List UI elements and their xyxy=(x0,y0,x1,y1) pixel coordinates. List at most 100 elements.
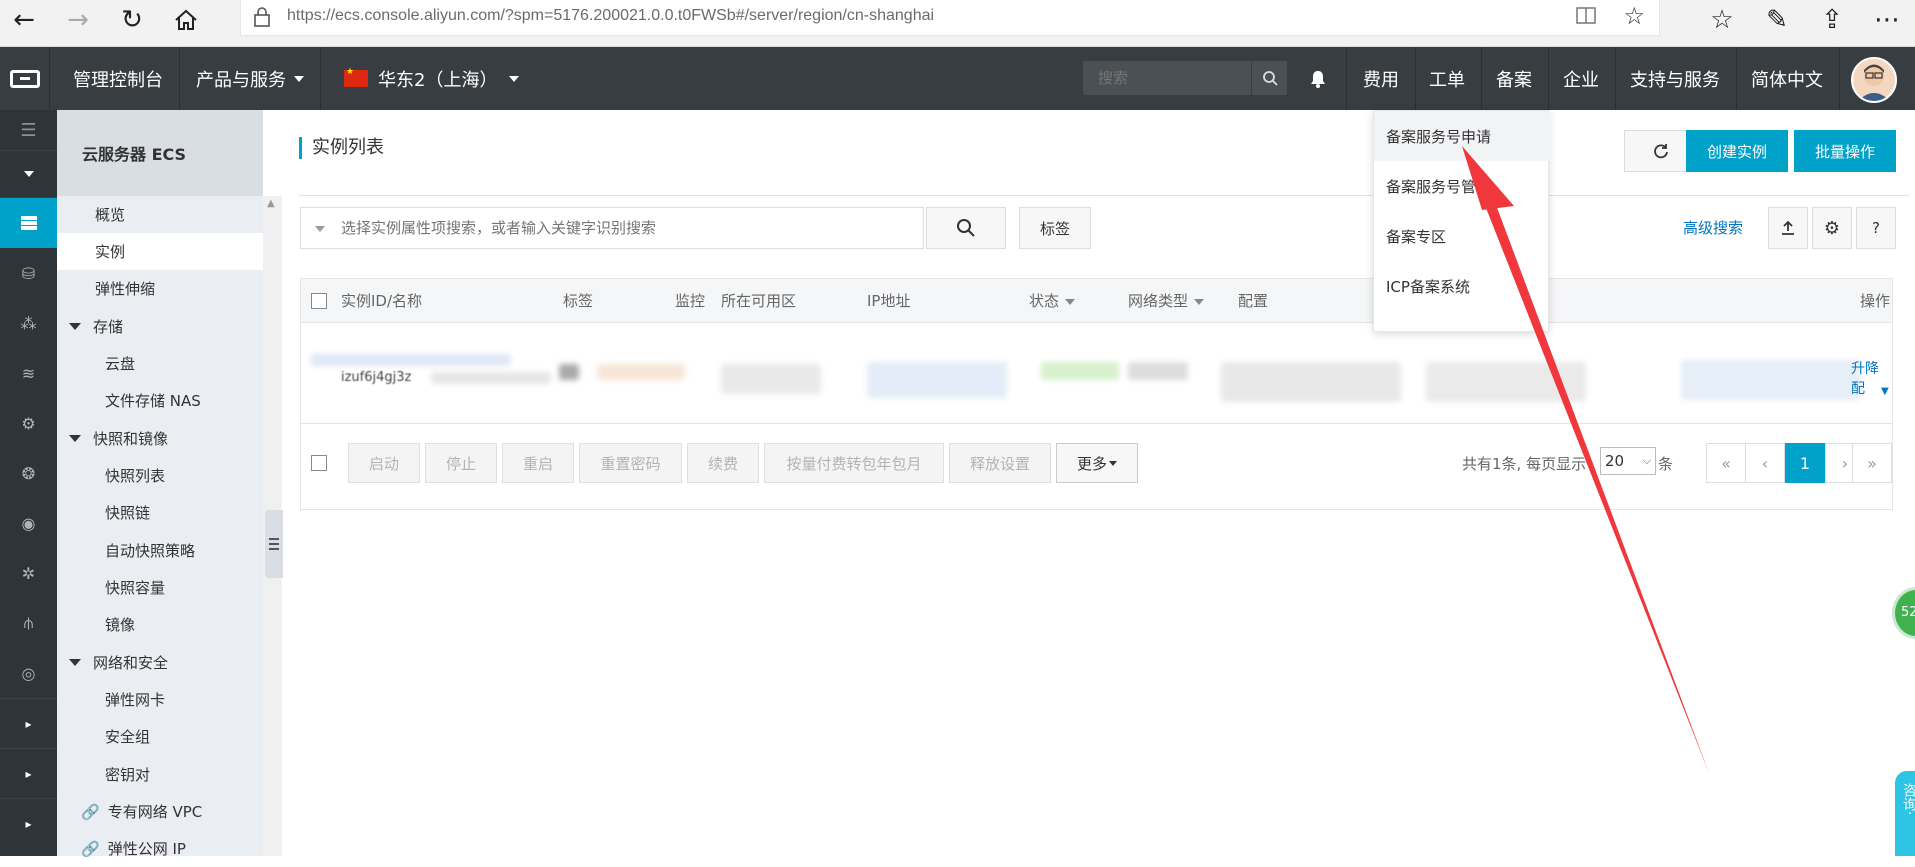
products-menu[interactable]: 产品与服务 xyxy=(180,47,321,110)
avatar[interactable] xyxy=(1851,57,1897,103)
instance-filter[interactable] xyxy=(300,207,924,249)
stop-button[interactable]: 停止 xyxy=(425,443,497,483)
sidebar-group-network[interactable]: 网络和安全 xyxy=(57,644,263,681)
menu-item-icp-service-apply[interactable]: 备案服务号申请 xyxy=(1374,111,1550,161)
bell-icon[interactable] xyxy=(1300,47,1336,110)
cloud-db-icon[interactable]: ⛁ xyxy=(0,248,57,298)
region-selector[interactable]: 华东2（上海） xyxy=(328,47,535,110)
page-prev[interactable]: ‹ xyxy=(1745,443,1785,483)
chevron-down-icon[interactable]: ▼ xyxy=(1881,386,1889,397)
menu-toggle-icon[interactable]: ☰ xyxy=(0,110,57,150)
reset-password-button[interactable]: 重置密码 xyxy=(579,443,682,483)
blurred-instance-id xyxy=(311,354,511,366)
table-row[interactable]: izuf6j4gj3z 升降配 ▼ xyxy=(301,324,1892,424)
sidebar-item-snapshot-chain[interactable]: 快照链 xyxy=(57,494,263,531)
menu-item-icp-system[interactable]: ICP备案系统 xyxy=(1374,261,1550,311)
sidebar-item-vpc[interactable]: 🔗 专有网络 VPC xyxy=(57,793,263,830)
sidebar-item-instances[interactable]: 实例 xyxy=(57,233,263,270)
more-dots-icon[interactable]: ⋯ xyxy=(1863,0,1911,40)
chevron-down-icon xyxy=(69,659,81,666)
tree-icon[interactable]: ⫛ xyxy=(0,598,57,648)
refresh-icon[interactable]: ↻ xyxy=(108,0,156,40)
sidebar-item-disks[interactable]: 云盘 xyxy=(57,345,263,382)
sidebar-item-eip[interactable]: 🔗 弹性公网 IP xyxy=(57,830,263,867)
advanced-search-link[interactable]: 高级搜索 xyxy=(1683,217,1743,238)
lock-icon xyxy=(253,7,271,27)
instance-search-input[interactable] xyxy=(341,208,901,248)
sidebar-collapse-handle[interactable] xyxy=(265,510,283,578)
export-icon xyxy=(1782,220,1794,235)
sidebar-group-snapshots[interactable]: 快照和镜像 xyxy=(57,420,263,457)
sidebar-item-keypairs[interactable]: 密钥对 xyxy=(57,756,263,793)
more-button[interactable]: 更多 xyxy=(1056,443,1138,483)
search-input[interactable] xyxy=(1083,61,1251,95)
nav-link-tickets[interactable]: 工单 xyxy=(1413,47,1482,110)
hub-icon[interactable]: ✲ xyxy=(0,548,57,598)
expand-right-icon[interactable]: ▸ xyxy=(0,698,57,748)
nav-link-icp[interactable]: 备案 xyxy=(1480,47,1549,110)
console-link[interactable]: 管理控制台 xyxy=(57,47,180,110)
network-nodes-icon[interactable]: ⁂ xyxy=(0,298,57,348)
consult-tab[interactable]: 咨询· xyxy=(1895,771,1915,856)
layers-icon[interactable]: ≋ xyxy=(0,348,57,398)
shield-eye-icon[interactable]: ◎ xyxy=(0,648,57,698)
share-icon[interactable]: ⇪ xyxy=(1808,0,1856,40)
sidebar-item-auto-snapshot[interactable]: 自动快照策略 xyxy=(57,532,263,569)
renew-button[interactable]: 续费 xyxy=(687,443,759,483)
sidebar-item-snapshot-capacity[interactable]: 快照容量 xyxy=(57,569,263,606)
instance-name[interactable]: izuf6j4gj3z xyxy=(341,370,411,385)
nav-link-enterprise[interactable]: 企业 xyxy=(1547,47,1616,110)
aliyun-logo[interactable] xyxy=(0,47,50,110)
top-navigation: 管理控制台 产品与服务 华东2（上海） 费用 工单 备案 企业 支持与服务 简体… xyxy=(0,47,1915,110)
batch-operations-button[interactable]: 批量操作 xyxy=(1794,130,1896,172)
release-settings-button[interactable]: 释放设置 xyxy=(949,443,1051,483)
sidebar-item-eni[interactable]: 弹性网卡 xyxy=(57,681,263,718)
search-button[interactable] xyxy=(926,207,1006,249)
collapse-down-icon[interactable] xyxy=(0,150,57,198)
tag-button[interactable]: 标签 xyxy=(1019,207,1091,249)
nav-link-fees[interactable]: 费用 xyxy=(1346,47,1416,110)
search-icon[interactable] xyxy=(1251,61,1287,95)
menu-item-icp-service-manage[interactable]: 备案服务号管理 xyxy=(1374,161,1550,211)
forward-icon[interactable]: → xyxy=(54,0,102,40)
nav-link-language[interactable]: 简体中文 xyxy=(1735,47,1840,110)
scroll-up-icon[interactable]: ▲ xyxy=(267,198,275,209)
create-instance-button[interactable]: 创建实例 xyxy=(1686,130,1788,172)
favorite-star-icon[interactable]: ☆ xyxy=(1623,2,1645,30)
home-icon[interactable] xyxy=(162,0,210,40)
reading-view-icon[interactable] xyxy=(1575,4,1597,32)
favorites-icon[interactable]: ☆ xyxy=(1698,0,1746,40)
column-header-status[interactable]: 状态 xyxy=(1029,279,1076,323)
expand-right-icon[interactable]: ▸ xyxy=(0,748,57,798)
page-current[interactable]: 1 xyxy=(1785,443,1825,483)
settings-button[interactable]: ⚙ xyxy=(1812,207,1852,249)
sidebar-item-snapshot-list[interactable]: 快照列表 xyxy=(57,457,263,494)
bubbles-icon[interactable]: ❂ xyxy=(0,448,57,498)
column-header-network[interactable]: 网络类型 xyxy=(1128,279,1205,323)
export-button[interactable] xyxy=(1768,207,1808,249)
sidebar-item-images[interactable]: 镜像 xyxy=(57,606,263,643)
server-icon[interactable] xyxy=(0,198,57,248)
select-all-checkbox[interactable] xyxy=(311,293,327,309)
sidebar-group-storage[interactable]: 存储 xyxy=(57,308,263,345)
help-button[interactable]: ? xyxy=(1856,207,1896,249)
sidebar-item-overview[interactable]: 概览 xyxy=(57,196,263,233)
page-last[interactable]: » xyxy=(1852,443,1892,483)
expand-right-icon[interactable]: ▸ xyxy=(0,798,57,848)
sidebar-item-autoscaling[interactable]: 弹性伸缩 xyxy=(57,270,263,307)
select-all-checkbox[interactable] xyxy=(311,455,327,471)
sidebar-item-security-groups[interactable]: 安全组 xyxy=(57,718,263,755)
address-bar[interactable]: https://ecs.console.aliyun.com/?spm=5176… xyxy=(240,0,1660,36)
menu-item-icp-zone[interactable]: 备案专区 xyxy=(1374,211,1550,261)
restart-button[interactable]: 重启 xyxy=(502,443,574,483)
page-first[interactable]: « xyxy=(1706,443,1746,483)
back-icon[interactable]: ← xyxy=(0,0,48,40)
eye-icon[interactable]: ◉ xyxy=(0,498,57,548)
convert-billing-button[interactable]: 按量付费转包年包月 xyxy=(764,443,944,483)
start-button[interactable]: 启动 xyxy=(348,443,420,483)
page-size-select[interactable]: 20 ⌵ xyxy=(1600,447,1656,475)
puzzle-icon[interactable]: ⚙ xyxy=(0,398,57,448)
nav-link-support[interactable]: 支持与服务 xyxy=(1614,47,1737,110)
notes-pen-icon[interactable]: ✎ xyxy=(1753,0,1801,40)
sidebar-item-nas[interactable]: 文件存储 NAS xyxy=(57,382,263,419)
